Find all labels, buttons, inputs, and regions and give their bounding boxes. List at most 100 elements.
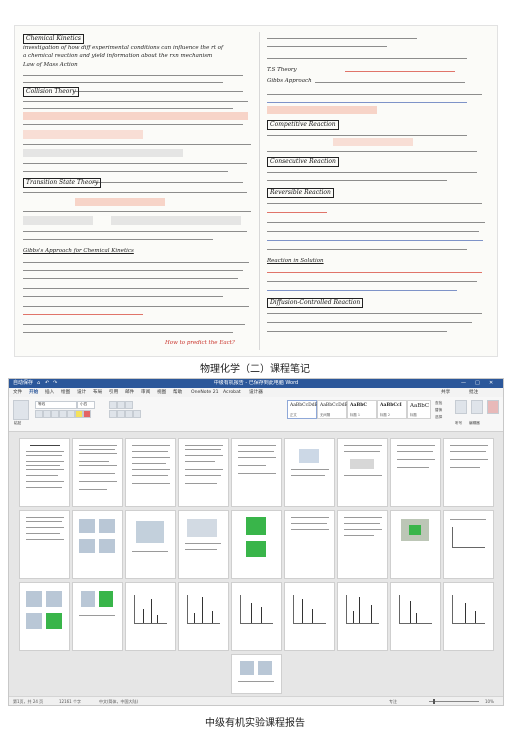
document-page[interactable] [178,510,229,579]
bullets-button[interactable] [109,401,117,409]
document-page[interactable] [231,438,282,507]
numbering-button[interactable] [117,401,125,409]
font-name-select[interactable]: 等线 [35,401,77,409]
document-page[interactable] [178,438,229,507]
tab-design[interactable]: 设计 [77,389,86,396]
word-count[interactable]: 12161 个字 [59,698,81,705]
tab-acrobat[interactable]: Acrobat [223,389,241,396]
editor-icon[interactable] [471,400,483,414]
document-page[interactable] [19,582,70,651]
underline-button[interactable] [51,410,59,418]
style-normal[interactable]: AaBbCcDdE 正文 [287,400,318,419]
tab-draw[interactable]: 绘图 [61,389,70,396]
strikethrough-button[interactable] [59,410,67,418]
acrobat-pdf-icon[interactable] [487,400,499,414]
style-heading-1[interactable]: AaBbC 标题 1 [347,400,377,419]
notes-ink-line [267,240,483,241]
tab-view[interactable]: 视图 [157,389,166,396]
subscript-button[interactable] [67,410,75,418]
document-page[interactable] [72,510,123,579]
document-page[interactable] [231,510,282,579]
style-heading-2[interactable]: AaBbCcI 标题 2 [377,400,407,419]
tab-insert[interactable]: 插入 [45,389,54,396]
tab-review[interactable]: 审阅 [141,389,150,396]
zoom-level[interactable]: 10% [485,698,494,705]
autosave-toggle[interactable]: 自动保存 [13,380,33,387]
comments-button[interactable]: 批注 [469,389,478,396]
bold-button[interactable] [35,410,43,418]
undo-icon[interactable]: ↶ [45,380,49,387]
document-page[interactable] [125,582,176,651]
tab-home[interactable]: 开始 [29,389,38,396]
document-page[interactable] [284,510,335,579]
zoom-slider[interactable] [429,701,479,702]
maximize-button[interactable]: □ [475,380,480,387]
document-page[interactable] [125,510,176,579]
document-page[interactable] [284,438,335,507]
paste-button[interactable] [13,400,29,420]
document-page[interactable] [125,438,176,507]
font-size-select[interactable]: 小四 [77,401,95,409]
notes-collision-heading: Collision Theory [23,87,79,97]
document-page[interactable] [337,582,388,651]
font-color-button[interactable] [83,410,91,418]
tab-layout[interactable]: 布局 [93,389,102,396]
notes-law-mass-action: Law of Mass Action [23,62,78,68]
document-page[interactable] [231,582,282,651]
style-no-spacing[interactable]: AaBbCcDdE 无间隔 [317,400,348,419]
notes-ink-line [23,239,213,240]
status-bar: 第1页，共 24 页 12161 个字 中文(简体，中国大陆) 专注 10% [9,696,503,705]
document-page[interactable] [19,438,70,507]
notes-consecutive-heading: Consecutive Reaction [267,157,339,167]
document-page[interactable] [443,438,494,507]
zoom-slider-thumb[interactable] [433,699,435,704]
document-page[interactable] [178,582,229,651]
tab-references[interactable]: 引用 [109,389,118,396]
tab-onenote[interactable]: OneNote 21 [191,389,219,396]
word-window: 自动保存 ⌂ ↶ ↷ 中级有机报告 - 已保存到此电脑 Word — □ ✕ 文… [8,378,504,706]
highlight-color-button[interactable] [75,410,83,418]
notes-ink-line [23,296,223,297]
tab-help[interactable]: 帮助 [173,389,182,396]
align-right-button[interactable] [125,410,133,418]
language-indicator[interactable]: 中文(简体，中国大陆) [99,698,138,705]
document-page[interactable] [337,510,388,579]
notes-ink-line [267,322,472,323]
redo-icon[interactable]: ↷ [53,380,57,387]
document-page[interactable] [284,582,335,651]
document-page[interactable] [390,582,441,651]
find-button[interactable]: 查找 [435,401,442,406]
focus-mode-button[interactable]: 专注 [389,698,397,705]
document-page[interactable] [390,438,441,507]
tab-mailings[interactable]: 邮件 [125,389,134,396]
multilevel-list-button[interactable] [125,401,133,409]
dictate-icon[interactable] [455,400,467,414]
style-title[interactable]: AaBbC 标题 [407,400,431,419]
align-left-button[interactable] [109,410,117,418]
notes-ink-line [23,324,245,325]
tab-designer[interactable]: 设计器 [249,389,263,396]
replace-button[interactable]: 替换 [435,408,442,413]
save-icon[interactable]: ⌂ [37,380,40,387]
align-center-button[interactable] [117,410,125,418]
select-button[interactable]: 选择 [435,415,442,420]
notes-ink-line [267,249,467,250]
close-button[interactable]: ✕ [489,380,493,387]
notes-ink-line [267,172,477,173]
document-page[interactable] [443,582,494,651]
justify-button[interactable] [133,410,141,418]
document-page[interactable] [19,510,70,579]
italic-button[interactable] [43,410,51,418]
document-page[interactable] [390,510,441,579]
document-page[interactable] [72,582,123,651]
document-page[interactable] [72,438,123,507]
minimize-button[interactable]: — [461,380,466,387]
share-button[interactable]: 共享 [441,389,450,396]
notes-ink-line [93,182,243,183]
notes-highlight [111,216,241,225]
tab-file[interactable]: 文件 [13,389,22,396]
document-page[interactable] [443,510,494,579]
document-page[interactable] [337,438,388,507]
page-counter[interactable]: 第1页，共 24 页 [13,698,43,705]
document-page[interactable] [231,654,282,694]
